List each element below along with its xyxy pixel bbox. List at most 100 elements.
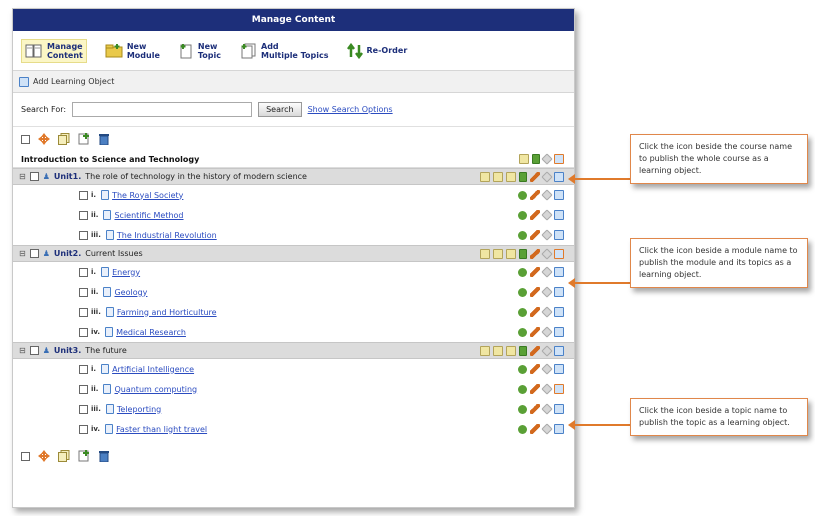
edit-icon[interactable] xyxy=(530,190,540,200)
tag-icon[interactable] xyxy=(541,423,553,435)
edit-icon[interactable] xyxy=(530,307,540,317)
tag-icon[interactable] xyxy=(541,286,553,298)
copy-icon[interactable] xyxy=(58,450,70,462)
reorder-icon[interactable] xyxy=(532,154,540,164)
publish-icon[interactable] xyxy=(554,345,564,356)
reorder-icon[interactable] xyxy=(519,171,527,182)
publish-icon[interactable] xyxy=(554,267,564,277)
move-icon[interactable] xyxy=(518,307,527,317)
move-icon[interactable] xyxy=(38,450,50,462)
edit-icon[interactable] xyxy=(530,345,540,356)
topic-checkbox[interactable] xyxy=(79,307,88,317)
topic-link[interactable]: Quantum computing xyxy=(114,385,197,394)
unit-checkbox[interactable] xyxy=(29,249,39,258)
topic-checkbox[interactable] xyxy=(79,364,88,374)
select-all-checkbox[interactable] xyxy=(21,451,30,461)
copy-icon[interactable] xyxy=(506,248,516,259)
tag-icon[interactable] xyxy=(541,247,553,260)
edit-icon[interactable] xyxy=(530,364,540,374)
publish-icon[interactable] xyxy=(554,190,564,200)
topic-link[interactable]: Geology xyxy=(114,288,147,297)
select-all-checkbox[interactable] xyxy=(21,134,30,144)
collapse-icon[interactable]: ⊟ xyxy=(19,346,26,355)
tag-icon[interactable] xyxy=(541,170,553,183)
topic-link[interactable]: Faster than light travel xyxy=(116,425,207,434)
topic-checkbox[interactable] xyxy=(79,267,88,277)
edit-icon[interactable] xyxy=(530,287,540,297)
topic-link[interactable]: Scientific Method xyxy=(114,211,183,220)
edit-icon[interactable] xyxy=(530,230,540,240)
new-topic-icon[interactable] xyxy=(480,171,490,182)
publish-icon[interactable] xyxy=(554,424,564,434)
delete-icon[interactable] xyxy=(98,133,110,145)
collapse-icon[interactable]: ⊟ xyxy=(19,172,26,181)
publish-icon[interactable] xyxy=(554,171,564,182)
edit-icon[interactable] xyxy=(530,248,540,259)
tag-icon[interactable] xyxy=(541,306,553,318)
add-multiple-topics-button[interactable]: Add Multiple Topics xyxy=(239,42,329,60)
topic-checkbox[interactable] xyxy=(79,230,88,240)
move-icon[interactable] xyxy=(518,327,527,337)
publish-icon[interactable] xyxy=(554,307,564,317)
edit-icon[interactable] xyxy=(530,267,540,277)
move-icon[interactable] xyxy=(518,404,527,414)
unit-checkbox[interactable] xyxy=(29,346,39,355)
tag-icon[interactable] xyxy=(541,344,553,357)
search-button[interactable]: Search xyxy=(258,102,302,117)
duplicate-icon[interactable] xyxy=(78,133,90,145)
tag-icon[interactable] xyxy=(541,229,553,241)
add-topics-icon[interactable] xyxy=(493,248,503,259)
copy-icon[interactable] xyxy=(58,133,70,145)
move-icon[interactable] xyxy=(518,190,527,200)
topic-checkbox[interactable] xyxy=(79,327,88,337)
move-icon[interactable] xyxy=(518,210,527,220)
tag-icon[interactable] xyxy=(541,403,553,415)
move-icon[interactable] xyxy=(38,133,50,145)
move-icon[interactable] xyxy=(518,267,527,277)
publish-icon[interactable] xyxy=(554,154,564,164)
publish-icon[interactable] xyxy=(554,230,564,240)
publish-icon[interactable] xyxy=(554,384,564,394)
reorder-icon[interactable] xyxy=(519,345,527,356)
new-topic-button[interactable]: New Topic xyxy=(178,42,221,60)
add-learning-object-bar[interactable]: Add Learning Object xyxy=(13,71,574,93)
move-icon[interactable] xyxy=(518,384,527,394)
publish-icon[interactable] xyxy=(554,404,564,414)
tag-icon[interactable] xyxy=(541,266,553,278)
topic-link[interactable]: Energy xyxy=(112,268,140,277)
publish-icon[interactable] xyxy=(554,364,564,374)
topic-checkbox[interactable] xyxy=(79,210,88,220)
topic-link[interactable]: Medical Research xyxy=(116,328,186,337)
topic-checkbox[interactable] xyxy=(79,287,88,297)
topic-link[interactable]: Farming and Horticulture xyxy=(117,308,217,317)
edit-icon[interactable] xyxy=(530,327,540,337)
topic-checkbox[interactable] xyxy=(79,384,88,394)
publish-icon[interactable] xyxy=(554,287,564,297)
new-topic-icon[interactable] xyxy=(480,248,490,259)
publish-icon[interactable] xyxy=(554,327,564,337)
edit-icon[interactable] xyxy=(530,384,540,394)
new-module-button[interactable]: New Module xyxy=(105,42,160,60)
publish-icon[interactable] xyxy=(554,248,564,259)
topic-link[interactable]: Teleporting xyxy=(117,405,161,414)
move-icon[interactable] xyxy=(518,364,527,374)
manage-content-button[interactable]: Manage Content xyxy=(21,38,87,63)
collapse-icon[interactable]: ⊟ xyxy=(19,249,26,258)
topic-checkbox[interactable] xyxy=(79,424,88,434)
copy-icon[interactable] xyxy=(519,154,529,164)
unit-checkbox[interactable] xyxy=(29,172,39,181)
duplicate-icon[interactable] xyxy=(78,450,90,462)
tag-icon[interactable] xyxy=(541,153,553,165)
new-topic-icon[interactable] xyxy=(480,345,490,356)
copy-icon[interactable] xyxy=(506,345,516,356)
show-search-options-link[interactable]: Show Search Options xyxy=(308,105,393,114)
edit-icon[interactable] xyxy=(530,404,540,414)
search-input[interactable] xyxy=(72,102,253,117)
publish-icon[interactable] xyxy=(554,210,564,220)
move-icon[interactable] xyxy=(518,230,527,240)
topic-checkbox[interactable] xyxy=(79,404,88,414)
delete-icon[interactable] xyxy=(98,450,110,462)
add-topics-icon[interactable] xyxy=(493,345,503,356)
tag-icon[interactable] xyxy=(541,326,553,338)
topic-checkbox[interactable] xyxy=(79,190,88,200)
